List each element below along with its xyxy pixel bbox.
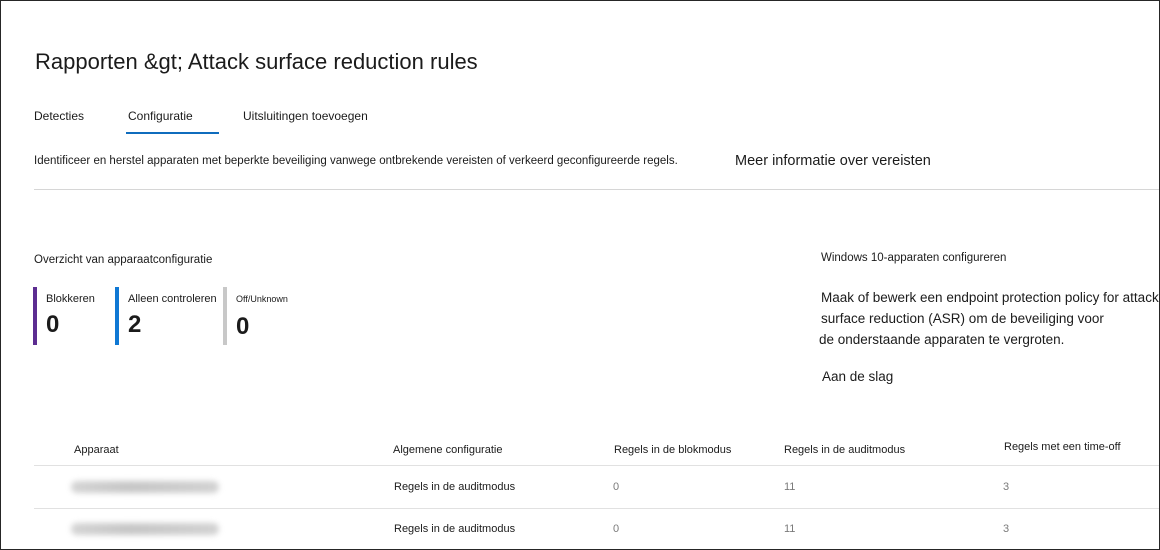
cell-block-rules: 0 [613,523,620,535]
page-title: Rapporten &gt; Attack surface reduction … [35,49,478,74]
table-row[interactable]: Regels in de auditmodus 0 11 3 [1,523,1159,549]
stat-off-unknown[interactable]: Off/Unknown 0 [223,287,288,345]
active-tab-indicator [126,132,219,134]
cell-general-config: Regels in de auditmodus [394,523,516,535]
cell-audit-rules: 11 [784,523,796,535]
tab-detections[interactable]: Detecties [34,109,84,131]
device-name-blurred[interactable] [71,523,219,535]
windows-panel-text: Maak of bewerk een endpoint protection p… [819,287,1159,350]
windows-panel-line: surface reduction (ASR) om de beveiligin… [821,311,1104,326]
row-divider [34,465,1159,466]
stat-value: 2 [128,311,142,338]
table-header: Apparaat Algemene configuratie Regels in… [1,441,1159,465]
column-header-off-rules[interactable]: Regels met een time-off [1004,441,1121,453]
stat-label: Blokkeren [46,293,95,305]
more-info-link[interactable]: Meer informatie over vereisten [735,153,931,169]
section-divider [34,189,1159,190]
column-header-device[interactable]: Apparaat [74,444,119,456]
page-description: Identificeer en herstel apparaten met be… [34,155,678,167]
column-header-audit-rules[interactable]: Regels in de auditmodus [784,444,905,456]
cell-off-rules: 3 [1003,481,1010,493]
tab-configuration[interactable]: Configuratie [128,109,193,131]
stat-audit-only[interactable]: Alleen controleren 2 [115,287,217,345]
cell-block-rules: 0 [613,481,620,493]
get-started-link[interactable]: Aan de slag [822,369,893,384]
device-name-blurred[interactable] [71,481,219,493]
stat-block[interactable]: Blokkeren 0 [33,287,95,345]
stat-value: 0 [46,311,60,338]
report-window: Rapporten &gt; Attack surface reduction … [0,0,1160,550]
stat-label: Off/Unknown [236,294,288,304]
table-row[interactable]: Regels in de auditmodus 0 11 3 [1,481,1159,523]
stat-label: Alleen controleren [128,293,217,305]
windows-panel-title: Windows 10-apparaten configureren [821,252,1007,264]
cell-general-config: Regels in de auditmodus [394,481,516,493]
overview-title: Overzicht van apparaatconfiguratie [34,254,213,266]
column-header-block-rules[interactable]: Regels in de blokmodus [614,444,731,456]
stat-value: 0 [236,313,250,340]
cell-off-rules: 3 [1003,523,1010,535]
row-divider [34,508,1159,509]
column-header-general-config[interactable]: Algemene configuratie [393,444,502,456]
cell-audit-rules: 11 [784,481,796,493]
windows-panel-line: de onderstaande apparaten te vergroten. [819,332,1065,347]
tab-add-exclusions[interactable]: Uitsluitingen toevoegen [243,109,368,131]
windows-panel-line: Maak of bewerk een endpoint protection p… [821,290,1159,305]
tab-bar: Detecties Configuratie Uitsluitingen toe… [1,109,1159,137]
